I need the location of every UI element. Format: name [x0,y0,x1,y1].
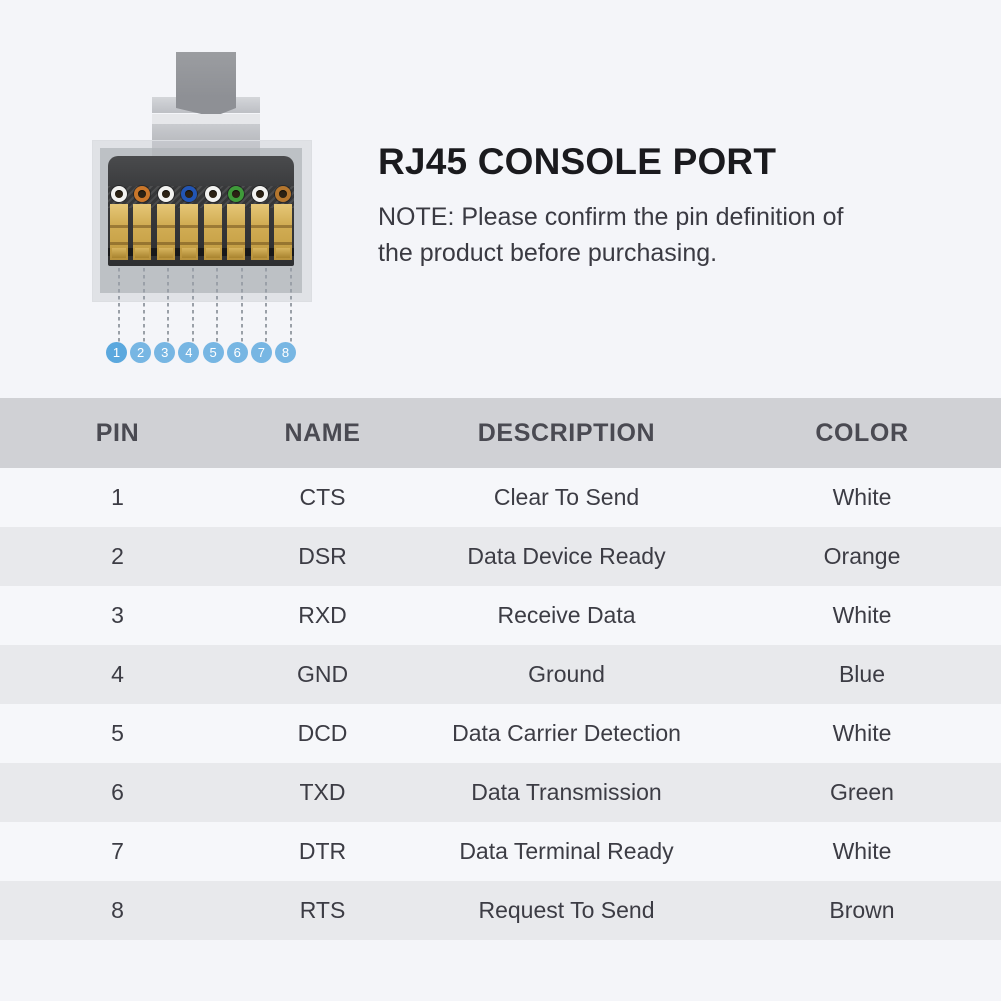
cell-description: Receive Data [410,602,723,629]
table-row: 4GNDGroundBlue [0,645,1001,704]
cell-name: RTS [235,897,410,924]
cell-color: White [723,602,1001,629]
table-row: 8RTSRequest To SendBrown [0,881,1001,940]
leader-line-3 [167,268,169,344]
leader-line-1 [118,268,120,344]
wire-end-5 [205,186,221,202]
wire-end-1 [111,186,127,202]
table-row: 6TXDData TransmissionGreen [0,763,1001,822]
connector-latch-tab [176,52,236,97]
cell-name: DSR [235,543,410,570]
table-row: 2DSRData Device ReadyOrange [0,527,1001,586]
gold-contact-6 [227,204,245,260]
cell-name: GND [235,661,410,688]
cell-name: RXD [235,602,410,629]
table-body: 1CTSClear To SendWhite2DSRData Device Re… [0,468,1001,940]
cell-description: Data Transmission [410,779,723,806]
cell-pin: 3 [0,602,235,629]
gold-contact-2 [133,204,151,260]
rj45-connector-illustration: 12345678 [88,52,328,362]
cell-name: TXD [235,779,410,806]
cell-description: Request To Send [410,897,723,924]
cell-color: White [723,720,1001,747]
cell-description: Data Device Ready [410,543,723,570]
table-row: 7DTRData Terminal ReadyWhite [0,822,1001,881]
pinout-table: PIN NAME DESCRIPTION COLOR 1CTSClear To … [0,398,1001,940]
gold-contact-5 [204,204,222,260]
gold-contact-1 [110,204,128,260]
note-text: NOTE: Please confirm the pin definition … [378,200,878,271]
pin-badge-7: 7 [251,342,272,363]
column-header-pin: PIN [0,419,235,448]
header-section: 12345678 RJ45 CONSOLE PORT NOTE: Please … [0,0,1001,398]
cell-pin: 2 [0,543,235,570]
pin-badge-5: 5 [203,342,224,363]
cell-description: Clear To Send [410,484,723,511]
connector-pin-1 [110,200,128,268]
cell-color: Blue [723,661,1001,688]
connector-pin-5 [204,200,222,268]
cell-pin: 8 [0,897,235,924]
leader-line-5 [216,268,218,344]
cell-color: White [723,838,1001,865]
connector-pin-8 [274,200,292,268]
leader-line-2 [143,268,145,344]
pin-badge-1: 1 [106,342,127,363]
connector-pin-2 [133,200,151,268]
wire-end-3 [158,186,174,202]
connector-pin-6 [227,200,245,268]
cell-pin: 1 [0,484,235,511]
cell-color: White [723,484,1001,511]
pin-number-badges: 12345678 [106,342,296,363]
column-header-color: COLOR [723,419,1001,448]
connector-pin-4 [180,200,198,268]
pin-badge-2: 2 [130,342,151,363]
cell-pin: 5 [0,720,235,747]
gold-contact-8 [274,204,292,260]
leader-line-8 [290,268,292,344]
pin-badge-3: 3 [154,342,175,363]
cell-pin: 7 [0,838,235,865]
wire-end-8 [275,186,291,202]
leader-line-7 [265,268,267,344]
cell-color: Brown [723,897,1001,924]
table-row: 5DCDData Carrier DetectionWhite [0,704,1001,763]
connector-band-lower [152,114,260,124]
wire-end-2 [134,186,150,202]
connector-pin-3 [157,200,175,268]
wire-end-7 [252,186,268,202]
table-row: 3RXDReceive DataWhite [0,586,1001,645]
pin-badge-8: 8 [275,342,296,363]
cell-color: Green [723,779,1001,806]
table-header-row: PIN NAME DESCRIPTION COLOR [0,398,1001,468]
pin-badge-6: 6 [227,342,248,363]
connector-pin-7 [251,200,269,268]
cell-description: Data Terminal Ready [410,838,723,865]
page-title: RJ45 CONSOLE PORT [378,141,776,183]
cell-pin: 6 [0,779,235,806]
cell-description: Ground [410,661,723,688]
column-header-description: DESCRIPTION [410,419,723,448]
cell-name: CTS [235,484,410,511]
cell-color: Orange [723,543,1001,570]
cell-name: DTR [235,838,410,865]
cell-pin: 4 [0,661,235,688]
leader-line-6 [241,268,243,344]
gold-contact-3 [157,204,175,260]
gold-contact-4 [180,204,198,260]
gold-contact-7 [251,204,269,260]
pin-leader-lines [110,268,292,344]
column-header-name: NAME [235,419,410,448]
pin-badge-4: 4 [178,342,199,363]
cell-description: Data Carrier Detection [410,720,723,747]
wire-end-6 [228,186,244,202]
connector-pin-contacts [110,200,292,268]
cell-name: DCD [235,720,410,747]
wire-end-4 [181,186,197,202]
table-row: 1CTSClear To SendWhite [0,468,1001,527]
leader-line-4 [192,268,194,344]
